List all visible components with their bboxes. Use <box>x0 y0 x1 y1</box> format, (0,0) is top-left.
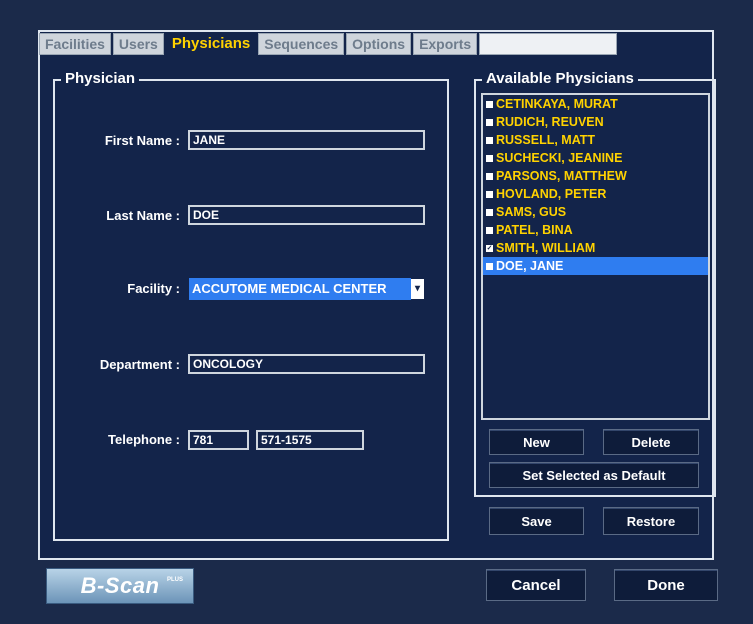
tab-options[interactable]: Options <box>346 33 412 55</box>
b-scan-logo: B-Scan PLUS <box>46 568 194 604</box>
tab-bar-filler <box>479 33 618 55</box>
list-item[interactable]: SAMS, GUS <box>483 203 708 221</box>
new-button[interactable]: New <box>489 429 584 455</box>
list-item-label: RUDICH, REUVEN <box>496 115 604 129</box>
list-item-label: DOE, JANE <box>496 259 564 273</box>
tab-sequences[interactable]: Sequences <box>258 33 345 55</box>
last-name-label: Last Name : <box>106 208 180 223</box>
list-item-label: SMITH, WILLIAM <box>496 241 596 255</box>
checkbox-icon[interactable] <box>486 118 493 126</box>
list-item-label: PATEL, BINA <box>496 223 573 237</box>
list-item-label: SAMS, GUS <box>496 205 567 219</box>
list-item[interactable]: PARSONS, MATTHEW <box>483 167 708 185</box>
checkbox-icon[interactable] <box>486 172 493 180</box>
logo-text: B-Scan <box>80 573 160 598</box>
tab-facilities[interactable]: Facilities <box>39 33 111 55</box>
available-physicians-title: Available Physicians <box>482 70 638 87</box>
list-item[interactable]: ✓ SMITH, WILLIAM <box>483 239 708 257</box>
list-item[interactable]: RUSSELL, MATT <box>483 131 708 149</box>
tab-physicians[interactable]: Physicians <box>165 33 257 55</box>
facility-dropdown[interactable]: ACCUTOME MEDICAL CENTER <box>189 278 411 300</box>
checkbox-icon[interactable] <box>486 100 493 108</box>
checkbox-icon[interactable] <box>486 154 493 162</box>
tab-users[interactable]: Users <box>112 33 164 55</box>
chevron-down-icon[interactable]: ▾ <box>411 279 424 299</box>
tab-bar: Facilities Users Physicians Sequences Op… <box>39 33 619 55</box>
cancel-button[interactable]: Cancel <box>486 569 586 601</box>
facility-label: Facility : <box>127 281 180 296</box>
save-button[interactable]: Save <box>489 507 584 535</box>
set-default-button[interactable]: Set Selected as Default <box>489 462 699 488</box>
department-label: Department : <box>99 357 180 372</box>
physician-list[interactable]: CETINKAYA, MURAT RUDICH, REUVEN RUSSELL, M… <box>481 93 710 420</box>
checkbox-icon[interactable] <box>486 208 493 216</box>
telephone-label: Telephone : <box>108 432 180 447</box>
checkbox-icon[interactable] <box>486 262 493 270</box>
checkbox-icon[interactable]: ✓ <box>486 244 493 252</box>
list-item[interactable]: SUCHECKI, JEANINE <box>483 149 708 167</box>
list-item[interactable]: RUDICH, REUVEN <box>483 113 708 131</box>
list-item[interactable]: CETINKAYA, MURAT <box>483 95 708 113</box>
physician-group-title: Physician <box>61 70 140 87</box>
checkbox-icon[interactable] <box>486 226 493 234</box>
delete-button[interactable]: Delete <box>603 429 699 455</box>
list-item-label: SUCHECKI, JEANINE <box>496 151 623 165</box>
restore-button[interactable]: Restore <box>603 507 699 535</box>
done-button[interactable]: Done <box>614 569 718 601</box>
phone-number-field[interactable]: 571-1575 <box>256 430 364 450</box>
department-field[interactable]: ONCOLOGY <box>188 354 425 374</box>
phone-area-field[interactable]: 781 <box>188 430 249 450</box>
logo-plus: PLUS <box>167 577 184 583</box>
list-item[interactable]: DOE, JANE <box>483 257 708 275</box>
list-item-label: HOVLAND, PETER <box>496 187 607 201</box>
list-item[interactable]: PATEL, BINA <box>483 221 708 239</box>
first-name-label: First Name : <box>104 133 180 148</box>
first-name-field[interactable]: JANE <box>188 130 425 150</box>
list-item-label: PARSONS, MATTHEW <box>496 169 627 183</box>
list-item-label: CETINKAYA, MURAT <box>496 97 618 111</box>
tab-exports[interactable]: Exports <box>413 33 478 55</box>
checkbox-icon[interactable] <box>486 136 493 144</box>
list-item-label: RUSSELL, MATT <box>496 133 596 147</box>
checkbox-icon[interactable] <box>486 190 493 198</box>
list-item[interactable]: HOVLAND, PETER <box>483 185 708 203</box>
last-name-field[interactable]: DOE <box>188 205 425 225</box>
